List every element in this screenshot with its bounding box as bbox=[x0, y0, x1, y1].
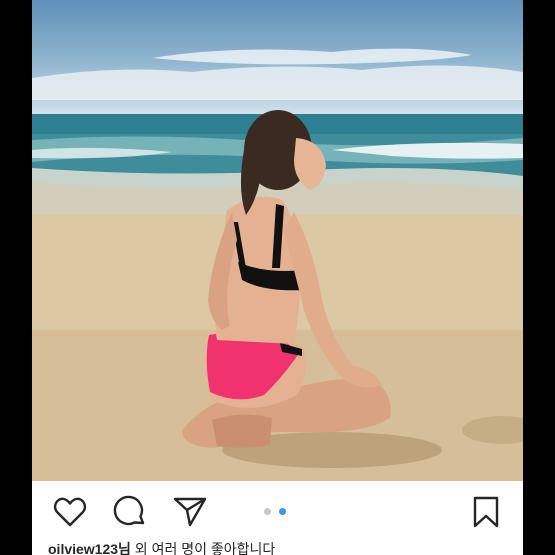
likes-caption: oilview123님 외 여러 명이 좋아합니다 bbox=[48, 539, 518, 555]
beach-photo-illustration bbox=[32, 48, 523, 481]
comment-icon[interactable] bbox=[112, 494, 148, 530]
carousel-dot-active bbox=[279, 507, 286, 515]
post-action-bar bbox=[32, 481, 523, 539]
liker-username[interactable]: oilview123님 bbox=[48, 541, 131, 555]
likes-text: 외 여러 명이 좋아합니다 bbox=[130, 541, 276, 555]
instagram-post: oilview123님 외 여러 명이 좋아합니다 bbox=[32, 0, 523, 555]
heart-icon[interactable] bbox=[52, 494, 88, 530]
post-photo[interactable] bbox=[32, 0, 523, 481]
carousel-indicator bbox=[264, 506, 294, 516]
bookmark-icon[interactable] bbox=[468, 494, 504, 530]
paper-plane-icon[interactable] bbox=[172, 494, 208, 530]
carousel-dot bbox=[264, 507, 271, 515]
